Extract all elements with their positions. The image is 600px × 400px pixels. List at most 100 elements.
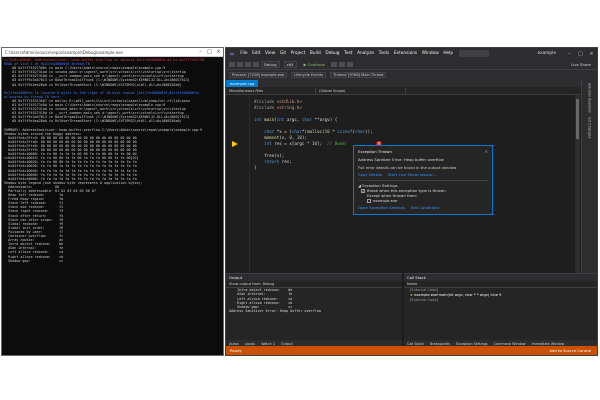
console-line: #3 0x7ff9c3a57613 in BaseThreadInitThunk…: [4, 78, 190, 83]
visual-studio-logo-icon: ∞: [229, 49, 235, 58]
thread-select[interactable]: Thread: [9768] Main Thread: [330, 71, 387, 78]
tab-command-window[interactable]: Command Window: [491, 342, 529, 346]
output-panel: Output Show output from: Debug Intra obj…: [226, 273, 402, 347]
code-token: res;: [281, 159, 292, 164]
except-module-checkbox[interactable]: example.exe: [358, 198, 488, 203]
forward-icon[interactable]: [237, 61, 243, 67]
debug-location-toolbar: Process: [7228] example.exe Lifecycle Ev…: [226, 70, 597, 79]
continue-button[interactable]: ▶ Continue: [304, 62, 325, 67]
exception-details-text: Full error details can be found in the o…: [358, 165, 457, 170]
tab-exception-settings[interactable]: Exception Settings: [453, 342, 491, 346]
code-token: );: [301, 135, 307, 140]
scope-select[interactable]: (Global Scope): [316, 87, 406, 94]
lifecycle-events-select[interactable]: Lifecycle Events: [291, 71, 327, 78]
code-token: char: [354, 129, 366, 134]
tab-locals[interactable]: Locals: [242, 342, 259, 346]
document-tabs: example.cpp: [226, 79, 582, 87]
tab-example-cpp[interactable]: example.cpp: [226, 80, 259, 87]
menu-view[interactable]: View: [263, 51, 278, 56]
close-icon[interactable]: ×: [586, 51, 597, 57]
editor-scrollbar[interactable]: [575, 95, 580, 273]
menu-debug[interactable]: Debug: [323, 51, 342, 56]
code-line[interactable]: #include <string.h>: [254, 105, 302, 111]
close-icon[interactable]: ×: [214, 49, 223, 55]
menu-build[interactable]: Build: [308, 51, 323, 56]
menu-analyze[interactable]: Analyze: [355, 51, 377, 56]
menu-project[interactable]: Project: [288, 51, 307, 56]
add-to-source-control-button[interactable]: Add to Source Control: [549, 348, 591, 353]
restart-icon[interactable]: [346, 61, 353, 67]
menu-help[interactable]: Help: [441, 51, 455, 56]
code-token: argc,: [286, 117, 302, 122]
call-stack-row[interactable]: [External Code]: [404, 298, 597, 303]
project-select[interactable]: Miscellaneous Files: [226, 87, 316, 94]
code-token: sizeof: [337, 129, 353, 134]
menu-git[interactable]: Git: [278, 51, 289, 56]
console-line: Shadow gap: cc: [4, 258, 64, 263]
git-changes-tab[interactable]: Git Changes: [588, 117, 592, 138]
console-title: C:\Users\Admin\source\repos\example\Debu…: [5, 49, 123, 55]
open-exception-settings-link[interactable]: Open Exception Settings: [358, 205, 405, 210]
process-select[interactable]: Process: [7228] example.exe: [229, 71, 288, 78]
checkbox-unchecked-icon: [367, 198, 371, 203]
minimize-icon[interactable]: –: [564, 51, 575, 57]
tab-immediate-window[interactable]: Immediate Window: [529, 342, 568, 346]
live-share-link[interactable]: Start Live Share session...: [388, 172, 437, 177]
console-titlebar[interactable]: C:\Users\Admin\source\repos\example\Debu…: [2, 48, 223, 57]
search-box[interactable]: [459, 50, 490, 57]
divider: [358, 180, 488, 181]
maximize-icon[interactable]: □: [575, 51, 586, 57]
undo-icon[interactable]: [253, 61, 259, 67]
menu-extensions[interactable]: Extensions: [392, 51, 420, 56]
close-icon[interactable]: ×: [485, 149, 488, 154]
menu-window[interactable]: Window: [419, 51, 441, 56]
status-text: Ready: [230, 348, 242, 353]
tab-call-stack[interactable]: Call Stack: [404, 342, 427, 346]
minimize-icon[interactable]: –: [196, 49, 205, 55]
edit-conditions-link[interactable]: Edit Conditions: [411, 205, 440, 210]
call-stack-frame-name: example.exe!main(int argc, char * * argv…: [414, 293, 502, 297]
except-module-label: example.exe: [373, 198, 398, 203]
call-stack-frame-name: [External Code]: [410, 288, 439, 292]
platform-select[interactable]: x64: [283, 60, 297, 68]
visual-studio-window[interactable]: ∞ File Edit View Git Project Build Debug Test An…: [225, 47, 598, 356]
tab-watch-1[interactable]: Watch 1: [258, 342, 278, 346]
output-source-select[interactable]: Show output from: Debug: [226, 281, 402, 288]
back-icon[interactable]: [229, 61, 235, 67]
menu-edit[interactable]: Edit: [250, 51, 263, 56]
code-line[interactable]: return res;: [254, 159, 292, 165]
maximize-icon[interactable]: □: [205, 49, 214, 55]
code-token: char: [301, 117, 315, 122]
live-share-button[interactable]: Live Share: [571, 62, 591, 67]
call-stack-header: Name: [404, 281, 597, 288]
window-title: example: [537, 51, 557, 56]
tab-breakpoints[interactable]: Breakpoints: [427, 342, 453, 346]
right-tool-rail: Solution Explorer Git Changes: [581, 79, 597, 273]
console-window[interactable]: C:\Users\Admin\source\repos\example\Debu…: [1, 47, 224, 356]
pause-icon[interactable]: [330, 61, 337, 67]
code-line[interactable]: int main(int argc, char **argv) {: [254, 117, 337, 123]
configuration-select[interactable]: Debug: [261, 60, 280, 68]
code-token: main: [264, 117, 275, 122]
code-token: (x);: [274, 153, 285, 158]
tab-autos[interactable]: Autos: [226, 342, 242, 346]
exception-message: Address Sanitizer Error: Heap buffer ove…: [358, 157, 444, 162]
code-token: free: [264, 153, 275, 158]
solution-explorer-tab[interactable]: Solution Explorer: [588, 83, 592, 113]
menu-tools[interactable]: Tools: [376, 51, 391, 56]
stop-icon[interactable]: [338, 61, 345, 67]
code-line[interactable]: int res = x[argc * 10]; // Boom!: [254, 141, 347, 147]
code-line[interactable]: }: [254, 165, 257, 171]
tab-output[interactable]: Output: [278, 342, 296, 346]
code-token: #include: [254, 99, 277, 104]
code-token: <string.h>: [276, 105, 302, 110]
scrollbar-thumb[interactable]: [576, 99, 579, 139]
editor-gutter[interactable]: [226, 95, 250, 273]
copy-details-link[interactable]: Copy Details: [358, 172, 382, 177]
save-icon[interactable]: [245, 61, 251, 67]
menu-file[interactable]: File: [238, 51, 250, 56]
menu-test[interactable]: Test: [342, 51, 355, 56]
